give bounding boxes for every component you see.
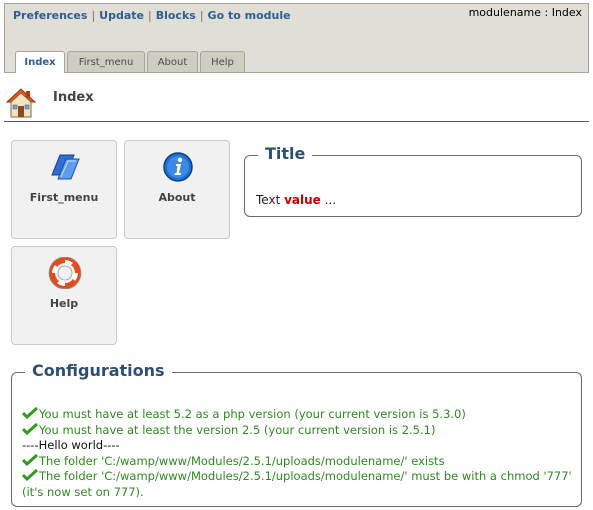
- config-line: The folder 'C:/wamp/www/Modules/2.5.1/up…: [22, 469, 572, 500]
- config-line-text: ----Hello world----: [22, 438, 120, 452]
- about-label: About: [158, 191, 196, 204]
- check-icon: [22, 407, 38, 419]
- configurations-legend: Configurations: [25, 361, 172, 380]
- admin-topbar: Preferences | Update | Blocks | Go to module m…: [4, 3, 589, 73]
- config-line: The folder 'C:/wamp/www/Modules/2.5.1/up…: [22, 453, 572, 470]
- title-fieldset: Title Text value ...: [244, 144, 582, 217]
- tab-index[interactable]: Index: [15, 51, 65, 73]
- config-line: You must have at least 5.2 as a php vers…: [22, 407, 572, 423]
- configuration-list: You must have at least 5.2 as a php vers…: [22, 407, 572, 500]
- help-button[interactable]: Help: [11, 246, 117, 345]
- configurations-fieldset: Configurations You must have at least 5.…: [11, 361, 582, 507]
- link-separator: |: [91, 9, 96, 22]
- title-text-prefix: Text: [256, 193, 281, 207]
- config-line: ----Hello world----: [22, 438, 572, 454]
- first-menu-label: First_menu: [29, 191, 99, 204]
- tab-help[interactable]: Help: [200, 51, 245, 72]
- admin-tabs: Index First_menu About Help: [15, 51, 247, 73]
- page-title: Index: [53, 90, 94, 105]
- preferences-link[interactable]: Preferences: [13, 9, 87, 22]
- link-separator: |: [148, 9, 152, 22]
- tab-first-menu[interactable]: First_menu: [67, 51, 145, 72]
- title-text: Text value ...: [256, 193, 336, 207]
- config-line-text: The folder 'C:/wamp/www/Modules/2.5.1/up…: [22, 469, 572, 499]
- update-link[interactable]: Update: [99, 9, 144, 22]
- module-title: modulename : Index: [468, 6, 582, 19]
- first-menu-button[interactable]: First_menu: [11, 140, 117, 239]
- tab-about[interactable]: About: [147, 51, 198, 72]
- about-button[interactable]: About: [124, 140, 230, 239]
- blocks-link[interactable]: Blocks: [156, 9, 196, 22]
- config-line-text: The folder 'C:/wamp/www/Modules/2.5.1/up…: [39, 453, 445, 468]
- check-icon: [22, 422, 38, 435]
- go-to-module-link[interactable]: Go to module: [208, 9, 291, 22]
- lifebuoy-icon: [48, 256, 82, 290]
- link-separator: |: [199, 9, 204, 22]
- config-line-text: You must have at least 5.2 as a php vers…: [39, 407, 466, 421]
- config-line: You must have at least the version 2.5 (…: [22, 422, 572, 439]
- title-text-suffix: ...: [324, 193, 337, 207]
- title-legend: Title: [258, 144, 313, 163]
- folder-icon: [48, 151, 82, 183]
- header-divider: [4, 121, 589, 122]
- info-icon: [161, 151, 195, 183]
- check-icon: [22, 469, 38, 481]
- home-icon: [5, 87, 37, 119]
- config-line-text: You must have at least the version 2.5 (…: [39, 422, 436, 437]
- admin-links: Preferences | Update | Blocks | Go to module: [13, 9, 291, 22]
- title-value: value: [284, 193, 321, 207]
- help-label: Help: [49, 297, 79, 310]
- check-icon: [22, 453, 38, 466]
